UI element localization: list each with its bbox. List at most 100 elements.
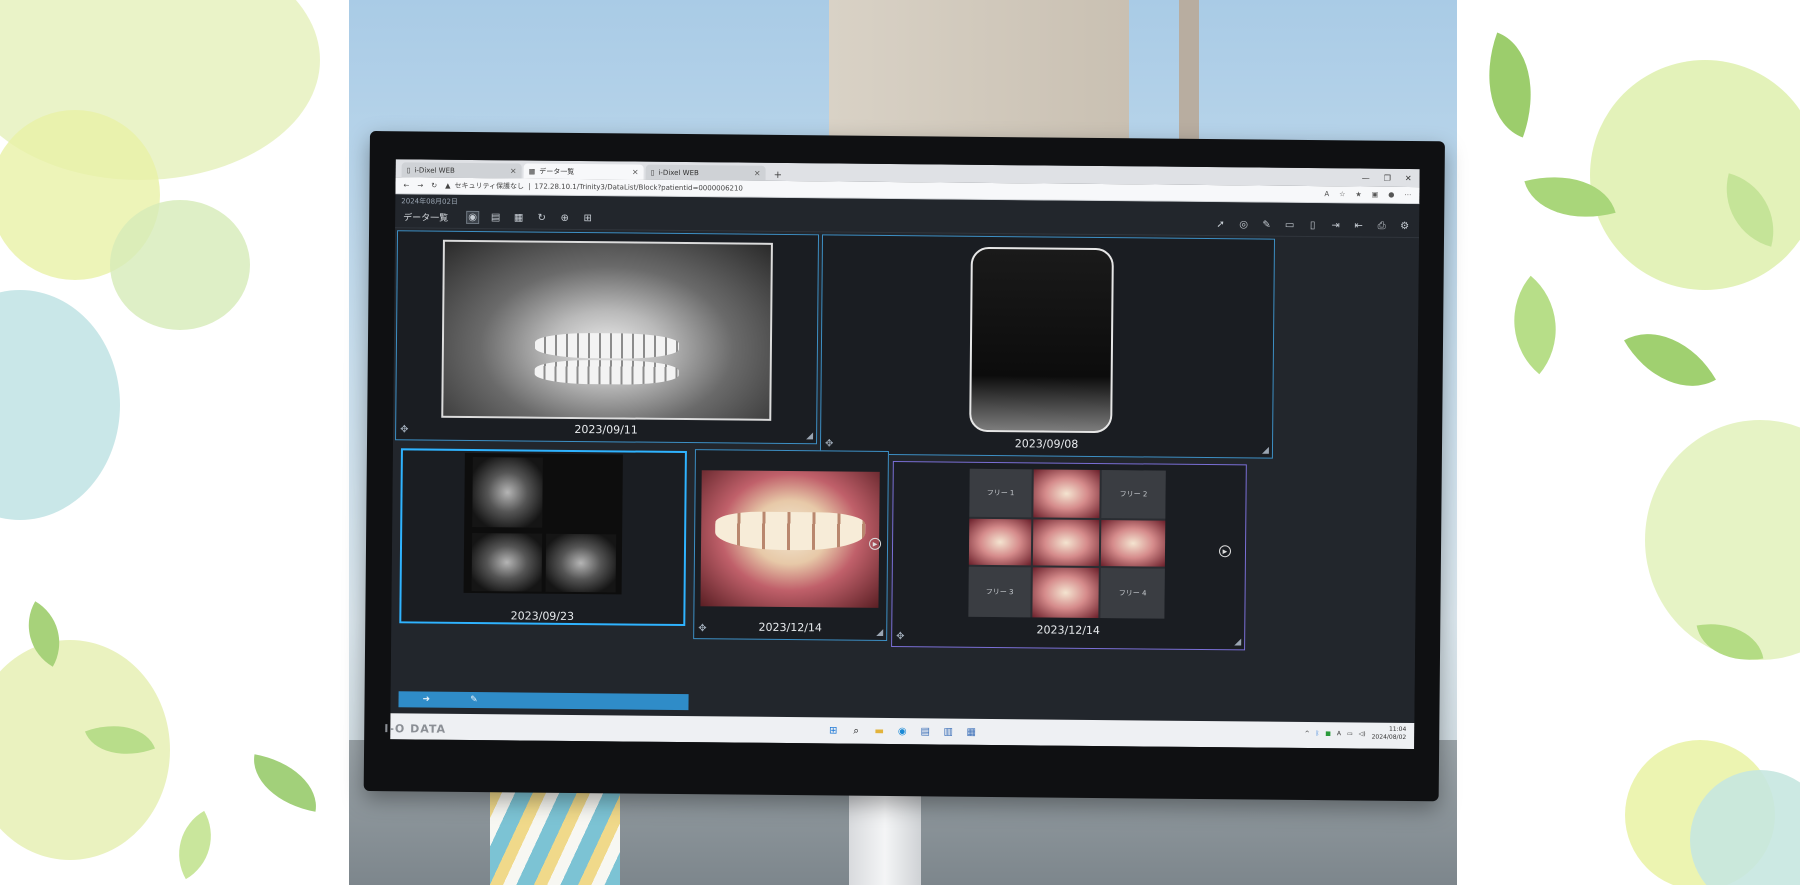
resize-icon[interactable]: ◢ xyxy=(806,431,813,441)
ct-slice-axial xyxy=(472,457,543,528)
favorite-icon[interactable]: ☆ xyxy=(1339,190,1345,198)
app-area: 2024年08月02日 データ一覧 ◉ ▤ ▦ ↻ ⊕ ⊞ ➚ ◎ ✎ ▭ ▯ xyxy=(390,194,1420,724)
ct-thumbnail[interactable] xyxy=(463,452,623,595)
settings-icon[interactable]: ⚙ xyxy=(1398,220,1411,233)
browser-tab-active[interactable]: ▦ データ一覧 × xyxy=(523,163,644,180)
app-icon[interactable]: ▤ xyxy=(919,725,932,738)
print-icon[interactable]: ⎙ xyxy=(1375,220,1388,233)
panel-date: 2023/09/23 xyxy=(510,609,575,623)
windows-start-icon[interactable]: ⊞ xyxy=(827,724,840,737)
xray-teeth-lower xyxy=(534,359,679,385)
clock-time: 11:04 xyxy=(1388,725,1407,733)
list-view-icon[interactable]: ▤ xyxy=(489,211,502,224)
ime-icon[interactable]: A xyxy=(1337,730,1341,737)
chevron-up-icon[interactable]: ^ xyxy=(1305,729,1310,736)
browser-tab-label: i-Dixel WEB xyxy=(414,165,455,175)
edit-icon[interactable]: ✎ xyxy=(470,695,478,705)
edit-icon[interactable]: ✎ xyxy=(1260,219,1273,232)
collections-icon[interactable]: ▣ xyxy=(1372,191,1379,199)
page-icon: ▯ xyxy=(406,165,411,174)
image-panel-panoramic[interactable]: 2023/09/11 ✥ ◢ xyxy=(395,230,820,445)
read-aloud-icon[interactable]: A xyxy=(1324,190,1329,198)
resize-icon[interactable]: ◢ xyxy=(1234,637,1241,647)
close-icon[interactable]: × xyxy=(754,169,761,178)
move-icon[interactable]: ✥ xyxy=(825,438,833,449)
export-icon[interactable]: ➚ xyxy=(1214,218,1227,231)
network-icon[interactable]: ▭ xyxy=(1347,730,1353,737)
volume-icon[interactable]: ◁) xyxy=(1359,730,1366,737)
more-icon[interactable]: ⋯ xyxy=(1404,191,1411,199)
system-tray: ^ ᛒ ■ A ▭ ◁) 11:04 2024/08/02 xyxy=(1305,725,1407,742)
toolbar-right: ➚ ◎ ✎ ▭ ▯ ⇥ ⇤ ⎙ ⚙ xyxy=(1214,218,1411,233)
patient-view-icon[interactable]: ◉ xyxy=(466,210,480,225)
decor-leaf xyxy=(246,754,324,812)
image-panel-photo[interactable]: ▶ 2023/12/14 ✥ ◢ xyxy=(693,449,889,641)
minimize-icon[interactable]: — xyxy=(1362,173,1370,182)
new-tab-icon[interactable]: + xyxy=(768,170,788,181)
maximize-icon[interactable]: ❐ xyxy=(1384,173,1391,182)
play-icon[interactable]: ▶ xyxy=(1218,545,1232,558)
resize-icon[interactable]: ◢ xyxy=(1262,446,1269,456)
monitor-stand xyxy=(849,785,921,885)
decor-leaf xyxy=(1466,32,1554,138)
image-panel-intraoral[interactable]: 2023/09/08 ✥ ◢ xyxy=(819,234,1276,459)
photo-teeth xyxy=(715,511,866,551)
bluetooth-icon[interactable]: ᛒ xyxy=(1316,730,1320,737)
save-icon[interactable]: ▭ xyxy=(1283,219,1296,232)
collage-upper-arch xyxy=(1033,469,1100,519)
app-icon[interactable]: ▥ xyxy=(942,725,955,738)
logout-icon[interactable]: ⇤ xyxy=(1352,219,1365,232)
image-panel-ct[interactable]: 2023/09/23 xyxy=(399,448,687,627)
browser-tab[interactable]: ▯ i-Dixel WEB × xyxy=(401,162,522,179)
app-tray-icon[interactable]: ■ xyxy=(1325,730,1331,737)
collage-left-bite xyxy=(968,518,1032,566)
device-icon[interactable]: ▯ xyxy=(1306,219,1319,232)
grid-icon[interactable]: ⊞ xyxy=(581,212,594,225)
close-icon[interactable]: × xyxy=(632,168,639,177)
decor-circle xyxy=(1645,420,1800,660)
forward-icon[interactable]: → xyxy=(417,181,423,189)
clock[interactable]: 11:04 2024/08/02 xyxy=(1372,726,1407,742)
url-field[interactable]: ▲ セキュリティ保護なし | 172.28.10.1/Trinity3/Data… xyxy=(445,181,743,194)
add-icon[interactable]: ⊕ xyxy=(558,212,571,225)
edge-browser-icon[interactable]: ◉ xyxy=(896,725,909,738)
favorites-icon[interactable]: ★ xyxy=(1355,190,1361,198)
camera-icon[interactable]: ◎ xyxy=(1237,218,1250,231)
decor-circle xyxy=(0,290,120,520)
collage-lower-arch xyxy=(1032,567,1099,619)
panoramic-xray-thumbnail[interactable] xyxy=(441,239,773,421)
move-icon[interactable]: ✥ xyxy=(400,424,408,435)
layout-icon[interactable]: ▦ xyxy=(512,211,525,224)
move-icon[interactable]: ✥ xyxy=(698,623,706,634)
selection-status-bar: ➜ ✎ xyxy=(398,691,689,711)
close-icon[interactable]: × xyxy=(510,166,517,175)
page-icon: ▦ xyxy=(528,167,536,176)
file-explorer-icon[interactable]: ▬ xyxy=(873,724,886,737)
collage-label: フリー 1 xyxy=(969,468,1032,518)
browser-tab[interactable]: ▯ i-Dixel WEB × xyxy=(645,164,766,181)
window-post xyxy=(1179,0,1199,150)
decor-leaf xyxy=(1485,275,1585,375)
reload-icon[interactable]: ↻ xyxy=(431,182,437,190)
refresh-icon[interactable]: ↻ xyxy=(535,212,548,225)
collage-thumbnail[interactable]: フリー 1 フリー 2 フリー 3 フリー 4 xyxy=(968,468,1166,619)
profile-icon[interactable]: ● xyxy=(1388,191,1394,199)
import-icon[interactable]: ⇥ xyxy=(1329,219,1342,232)
app-icon[interactable]: ▦ xyxy=(965,725,978,738)
search-icon[interactable]: ⌕ xyxy=(850,724,863,737)
back-icon[interactable]: ← xyxy=(403,181,409,189)
close-window-icon[interactable]: ✕ xyxy=(1405,173,1412,182)
image-panel-collage[interactable]: フリー 1 フリー 2 フリー 3 フリー 4 ▶ 2023/12/14 ✥ ◢ xyxy=(891,461,1247,651)
intraoral-photo-thumbnail[interactable] xyxy=(700,470,880,608)
move-icon[interactable]: ✥ xyxy=(896,631,904,642)
xray-teeth-upper xyxy=(535,333,679,359)
arrow-right-icon[interactable]: ➜ xyxy=(422,695,430,705)
intraoral-xray-thumbnail[interactable] xyxy=(969,246,1114,434)
browser-tab-label: データ一覧 xyxy=(539,167,575,176)
monitor-brand-logo: I-O DATA xyxy=(384,722,447,736)
collage-front-bite xyxy=(1032,519,1100,567)
resize-icon[interactable]: ◢ xyxy=(876,628,883,638)
play-icon[interactable]: ▶ xyxy=(869,537,882,550)
ct-slice-coronal xyxy=(471,532,543,592)
page-title: データ一覧 xyxy=(403,213,449,224)
